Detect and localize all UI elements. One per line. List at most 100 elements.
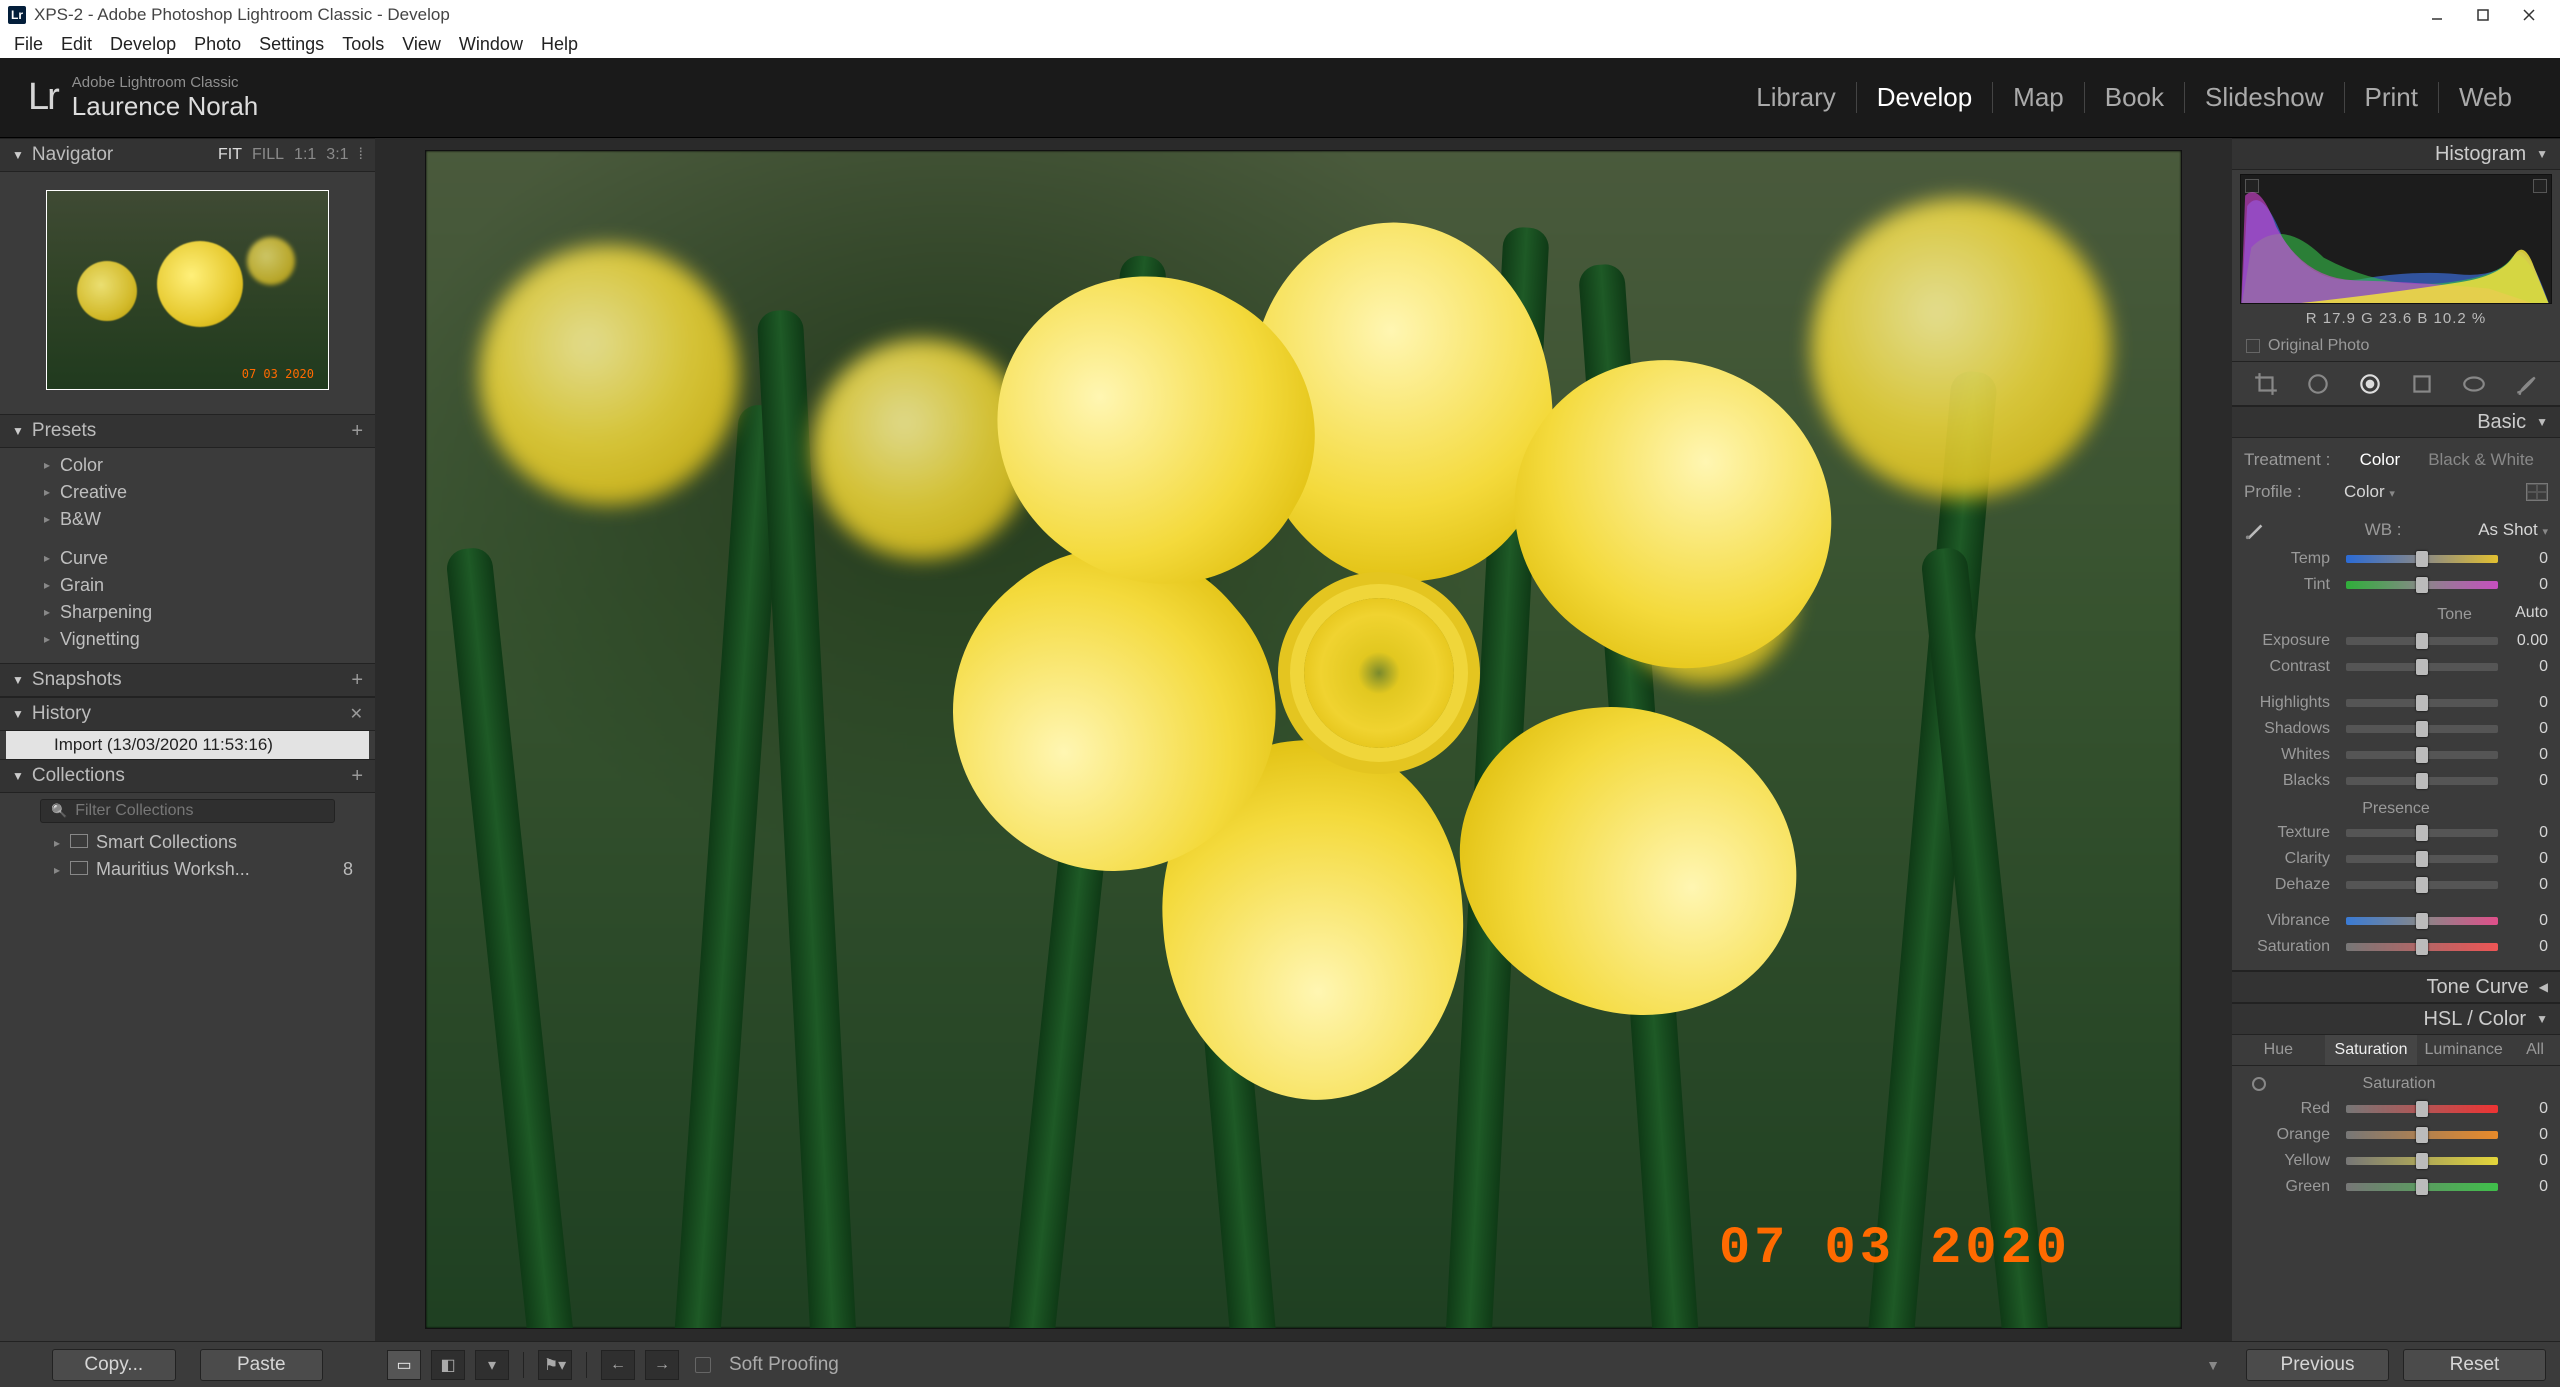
hsl-tab-hue[interactable]: Hue [2232, 1035, 2325, 1065]
redeye-tool-icon[interactable] [2353, 369, 2387, 399]
hsl-tab-all[interactable]: All [2510, 1035, 2560, 1065]
spot-tool-icon[interactable] [2301, 369, 2335, 399]
module-book[interactable]: Book [2085, 82, 2185, 113]
hsl-red-value[interactable]: 0 [2504, 1100, 2548, 1118]
tint-value[interactable]: 0 [2504, 576, 2548, 594]
before-after-menu-button[interactable]: ▾ [475, 1350, 509, 1380]
whites-value[interactable]: 0 [2504, 746, 2548, 764]
treatment-color[interactable]: Color [2346, 450, 2415, 470]
flag-menu-button[interactable]: ⚑▾ [538, 1350, 572, 1380]
preset-group[interactable]: Sharpening [0, 599, 375, 626]
wb-picker-icon[interactable] [2244, 519, 2278, 541]
blacks-value[interactable]: 0 [2504, 772, 2548, 790]
contrast-slider[interactable] [2346, 663, 2498, 671]
history-header[interactable]: ▼ History ✕ [0, 697, 375, 731]
hsl-tab-saturation[interactable]: Saturation [2325, 1035, 2418, 1065]
hsl-orange-slider[interactable] [2346, 1131, 2498, 1139]
menu-settings[interactable]: Settings [251, 32, 332, 57]
module-map[interactable]: Map [1993, 82, 2085, 113]
history-entry[interactable]: Import (13/03/2020 11:53:16) [6, 731, 369, 759]
menu-help[interactable]: Help [533, 32, 586, 57]
temp-slider[interactable] [2346, 555, 2498, 563]
menu-edit[interactable]: Edit [53, 32, 100, 57]
profile-browser-icon[interactable] [2526, 483, 2548, 501]
menu-develop[interactable]: Develop [102, 32, 184, 57]
saturation-value[interactable]: 0 [2504, 938, 2548, 956]
copy-button[interactable]: Copy... [52, 1349, 176, 1381]
collection-item[interactable]: ▸ Smart Collections [0, 829, 375, 856]
toolbar-menu-icon[interactable]: ▼ [2206, 1357, 2220, 1373]
before-after-lr-button[interactable]: ◧ [431, 1350, 465, 1380]
crop-tool-icon[interactable] [2249, 369, 2283, 399]
wb-value[interactable]: As Shot ▾ [2478, 520, 2548, 540]
original-photo-toggle[interactable]: Original Photo [2232, 331, 2560, 362]
dehaze-value[interactable]: 0 [2504, 876, 2548, 894]
profile-value[interactable]: Color ▾ [2344, 482, 2395, 502]
histogram-header[interactable]: Histogram ▼ [2232, 138, 2560, 170]
previous-button[interactable]: Previous [2246, 1349, 2389, 1381]
add-collection-icon[interactable]: + [351, 765, 363, 788]
preset-group[interactable]: B&W [0, 506, 375, 533]
add-snapshot-icon[interactable]: + [351, 669, 363, 692]
reset-button[interactable]: Reset [2403, 1349, 2546, 1381]
add-preset-icon[interactable]: + [351, 420, 363, 443]
soft-proof-checkbox[interactable] [695, 1357, 711, 1373]
preset-group[interactable]: Creative [0, 479, 375, 506]
module-slideshow[interactable]: Slideshow [2185, 82, 2345, 113]
hsl-green-value[interactable]: 0 [2504, 1178, 2548, 1196]
module-print[interactable]: Print [2345, 82, 2439, 113]
radial-filter-icon[interactable] [2457, 369, 2491, 399]
module-develop[interactable]: Develop [1857, 82, 1993, 113]
exposure-value[interactable]: 0.00 [2504, 632, 2548, 650]
preset-group[interactable]: Vignetting [0, 626, 375, 653]
loupe-view-button[interactable]: ▭ [387, 1350, 421, 1380]
texture-value[interactable]: 0 [2504, 824, 2548, 842]
shadows-slider[interactable] [2346, 725, 2498, 733]
hsl-yellow-slider[interactable] [2346, 1157, 2498, 1165]
zoom-menu-icon[interactable]: ⁞ [359, 146, 363, 164]
hsl-green-slider[interactable] [2346, 1183, 2498, 1191]
hsl-yellow-value[interactable]: 0 [2504, 1152, 2548, 1170]
maximize-button[interactable] [2460, 0, 2506, 30]
hsl-tab-luminance[interactable]: Luminance [2417, 1035, 2510, 1065]
preset-group[interactable]: Curve [0, 545, 375, 572]
highlights-value[interactable]: 0 [2504, 694, 2548, 712]
tint-slider[interactable] [2346, 581, 2498, 589]
whites-slider[interactable] [2346, 751, 2498, 759]
preset-group[interactable]: Grain [0, 572, 375, 599]
paste-button[interactable]: Paste [200, 1349, 324, 1381]
menu-file[interactable]: File [6, 32, 51, 57]
menu-view[interactable]: View [394, 32, 449, 57]
targeted-adjust-icon[interactable] [2252, 1077, 2266, 1091]
temp-value[interactable]: 0 [2504, 550, 2548, 568]
basic-header[interactable]: Basic ▼ [2232, 406, 2560, 438]
exposure-slider[interactable] [2346, 637, 2498, 645]
navigator-thumbnail[interactable]: 07 03 2020 [46, 190, 329, 390]
clarity-value[interactable]: 0 [2504, 850, 2548, 868]
auto-tone-button[interactable]: Auto [2515, 604, 2548, 622]
grad-filter-icon[interactable] [2405, 369, 2439, 399]
hsl-orange-value[interactable]: 0 [2504, 1126, 2548, 1144]
shadows-value[interactable]: 0 [2504, 720, 2548, 738]
histogram[interactable] [2240, 174, 2552, 304]
navigator-header[interactable]: ▼ Navigator FIT FILL 1:1 3:1 ⁞ [0, 138, 375, 172]
zoom-1to1[interactable]: 1:1 [294, 146, 316, 164]
dehaze-slider[interactable] [2346, 881, 2498, 889]
module-library[interactable]: Library [1736, 82, 1856, 113]
contrast-value[interactable]: 0 [2504, 658, 2548, 676]
menu-window[interactable]: Window [451, 32, 531, 57]
collections-header[interactable]: ▼ Collections + [0, 759, 375, 793]
zoom-ratio[interactable]: 3:1 [326, 146, 348, 164]
clear-history-icon[interactable]: ✕ [350, 704, 363, 724]
prev-photo-button[interactable]: ← [601, 1350, 635, 1380]
zoom-fit[interactable]: FIT [218, 146, 242, 164]
zoom-fill[interactable]: FILL [252, 146, 284, 164]
tonecurve-header[interactable]: Tone Curve ◀ [2232, 971, 2560, 1003]
snapshots-header[interactable]: ▼ Snapshots + [0, 663, 375, 697]
hsl-header[interactable]: HSL / Color ▼ [2232, 1003, 2560, 1035]
hsl-red-slider[interactable] [2346, 1105, 2498, 1113]
blacks-slider[interactable] [2346, 777, 2498, 785]
clarity-slider[interactable] [2346, 855, 2498, 863]
saturation-slider[interactable] [2346, 943, 2498, 951]
collection-item[interactable]: ▸ Mauritius Worksh... 8 [0, 856, 375, 883]
